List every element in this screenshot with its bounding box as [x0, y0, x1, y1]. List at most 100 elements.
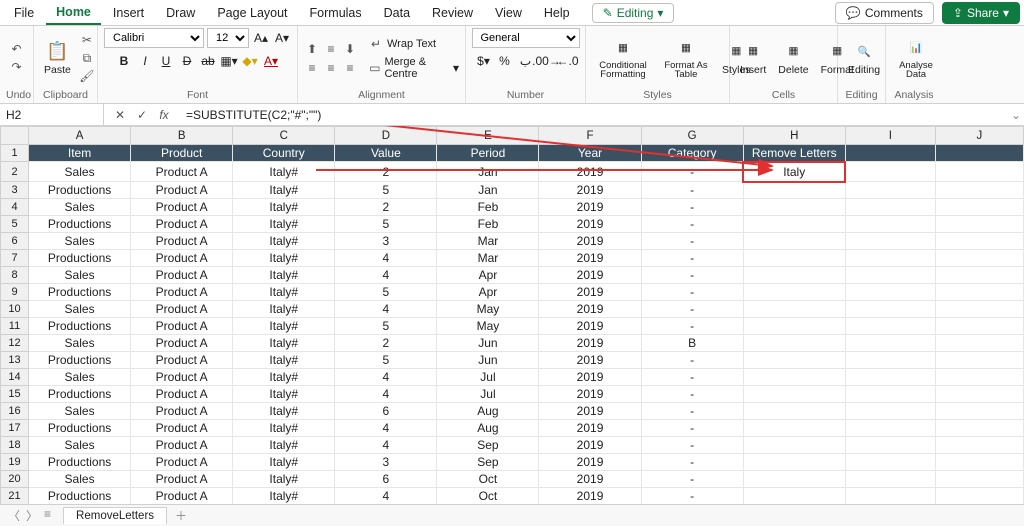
conditional-formatting-button[interactable]: ▦ Conditional Formatting [592, 35, 654, 82]
row-header[interactable]: 2 [1, 162, 29, 182]
cell[interactable]: Period [437, 145, 539, 162]
cell[interactable] [743, 420, 845, 437]
cell[interactable]: Product A [131, 335, 233, 352]
cell[interactable] [743, 250, 845, 267]
tab-data[interactable]: Data [374, 2, 420, 24]
cell[interactable]: 2 [335, 199, 437, 216]
cell[interactable]: 2019 [539, 403, 641, 420]
format-painter-icon[interactable]: 🖌 [79, 68, 95, 84]
cell[interactable]: Productions [29, 454, 131, 471]
cell[interactable]: Product A [131, 182, 233, 199]
cell[interactable] [935, 335, 1023, 352]
cell[interactable]: 2019 [539, 352, 641, 369]
cell[interactable] [743, 318, 845, 335]
cell[interactable]: 2 [335, 335, 437, 352]
cell[interactable]: Sales [29, 437, 131, 454]
cell[interactable] [743, 369, 845, 386]
cell[interactable]: Product A [131, 420, 233, 437]
cell[interactable]: Productions [29, 420, 131, 437]
tab-home[interactable]: Home [46, 1, 101, 25]
col-header[interactable]: J [935, 127, 1023, 145]
cell[interactable]: Productions [29, 284, 131, 301]
decrease-font-icon[interactable]: A▾ [273, 29, 291, 47]
fill-color-button[interactable]: ◆▾ [241, 52, 259, 70]
cell[interactable]: - [641, 352, 743, 369]
align-middle-icon[interactable]: ≡ [323, 41, 339, 57]
cell[interactable]: Item [29, 145, 131, 162]
cell[interactable]: - [641, 488, 743, 505]
strike-button[interactable]: D [178, 52, 196, 70]
cell[interactable] [935, 182, 1023, 199]
wrap-text-button[interactable]: ↵ Wrap Text [368, 36, 459, 52]
row-header[interactable]: 17 [1, 420, 29, 437]
cell[interactable]: Italy# [233, 216, 335, 233]
cell[interactable]: Sep [437, 437, 539, 454]
add-sheet-button[interactable]: ＋ [167, 507, 195, 524]
col-header[interactable]: B [131, 127, 233, 145]
cell[interactable]: 2019 [539, 182, 641, 199]
cell[interactable]: Italy# [233, 199, 335, 216]
editing-mode-button[interactable]: ✎ Editing ▾ [592, 3, 675, 23]
cell[interactable] [845, 471, 935, 488]
select-all[interactable] [1, 127, 29, 145]
cell[interactable] [743, 233, 845, 250]
enter-formula-icon[interactable]: ✓ [134, 107, 150, 123]
cell[interactable]: Product A [131, 454, 233, 471]
sheet-list-icon[interactable]: ≡ [44, 507, 51, 524]
cell[interactable] [845, 199, 935, 216]
cell[interactable] [935, 386, 1023, 403]
cell[interactable]: Category [641, 145, 743, 162]
cell[interactable] [845, 352, 935, 369]
cell[interactable]: - [641, 162, 743, 182]
cell[interactable]: 3 [335, 454, 437, 471]
cell[interactable]: Product A [131, 403, 233, 420]
cell[interactable]: Jul [437, 369, 539, 386]
cell[interactable]: 5 [335, 318, 437, 335]
cell[interactable] [743, 199, 845, 216]
row-header[interactable]: 7 [1, 250, 29, 267]
cell[interactable]: Year [539, 145, 641, 162]
cell[interactable]: Sales [29, 301, 131, 318]
cell[interactable]: Apr [437, 284, 539, 301]
cell[interactable] [935, 145, 1023, 162]
cell[interactable] [935, 471, 1023, 488]
row-header[interactable]: 19 [1, 454, 29, 471]
cell[interactable] [935, 267, 1023, 284]
cell[interactable]: Product A [131, 301, 233, 318]
cell[interactable]: - [641, 233, 743, 250]
cell[interactable] [935, 250, 1023, 267]
row-header[interactable]: 10 [1, 301, 29, 318]
row-header[interactable]: 20 [1, 471, 29, 488]
cell[interactable]: Aug [437, 403, 539, 420]
cell[interactable]: - [641, 267, 743, 284]
cell[interactable]: Italy# [233, 284, 335, 301]
cell[interactable]: Jan [437, 182, 539, 199]
col-header[interactable]: H [743, 127, 845, 145]
cell[interactable] [743, 301, 845, 318]
row-header[interactable]: 13 [1, 352, 29, 369]
cell[interactable]: - [641, 369, 743, 386]
cell[interactable]: Jul [437, 386, 539, 403]
italic-button[interactable]: I [136, 52, 154, 70]
cell[interactable]: Italy# [233, 420, 335, 437]
cell[interactable] [935, 216, 1023, 233]
cell[interactable]: Product [131, 145, 233, 162]
row-header[interactable]: 6 [1, 233, 29, 250]
row-header[interactable]: 15 [1, 386, 29, 403]
tab-page-layout[interactable]: Page Layout [207, 2, 297, 24]
cell[interactable] [935, 437, 1023, 454]
sheet-nav-prev-icon[interactable]: 〈 [8, 507, 20, 524]
cell[interactable] [845, 420, 935, 437]
cell[interactable]: 2019 [539, 471, 641, 488]
cell[interactable]: Jun [437, 335, 539, 352]
tab-review[interactable]: Review [422, 2, 483, 24]
cell[interactable] [845, 145, 935, 162]
cell[interactable]: Sales [29, 335, 131, 352]
cell[interactable]: Italy# [233, 233, 335, 250]
cell[interactable]: Italy# [233, 335, 335, 352]
col-header[interactable]: I [845, 127, 935, 145]
cell[interactable] [845, 267, 935, 284]
insert-cells-button[interactable]: ▦Insert [736, 38, 770, 78]
cell[interactable]: 4 [335, 250, 437, 267]
cell[interactable]: 4 [335, 437, 437, 454]
